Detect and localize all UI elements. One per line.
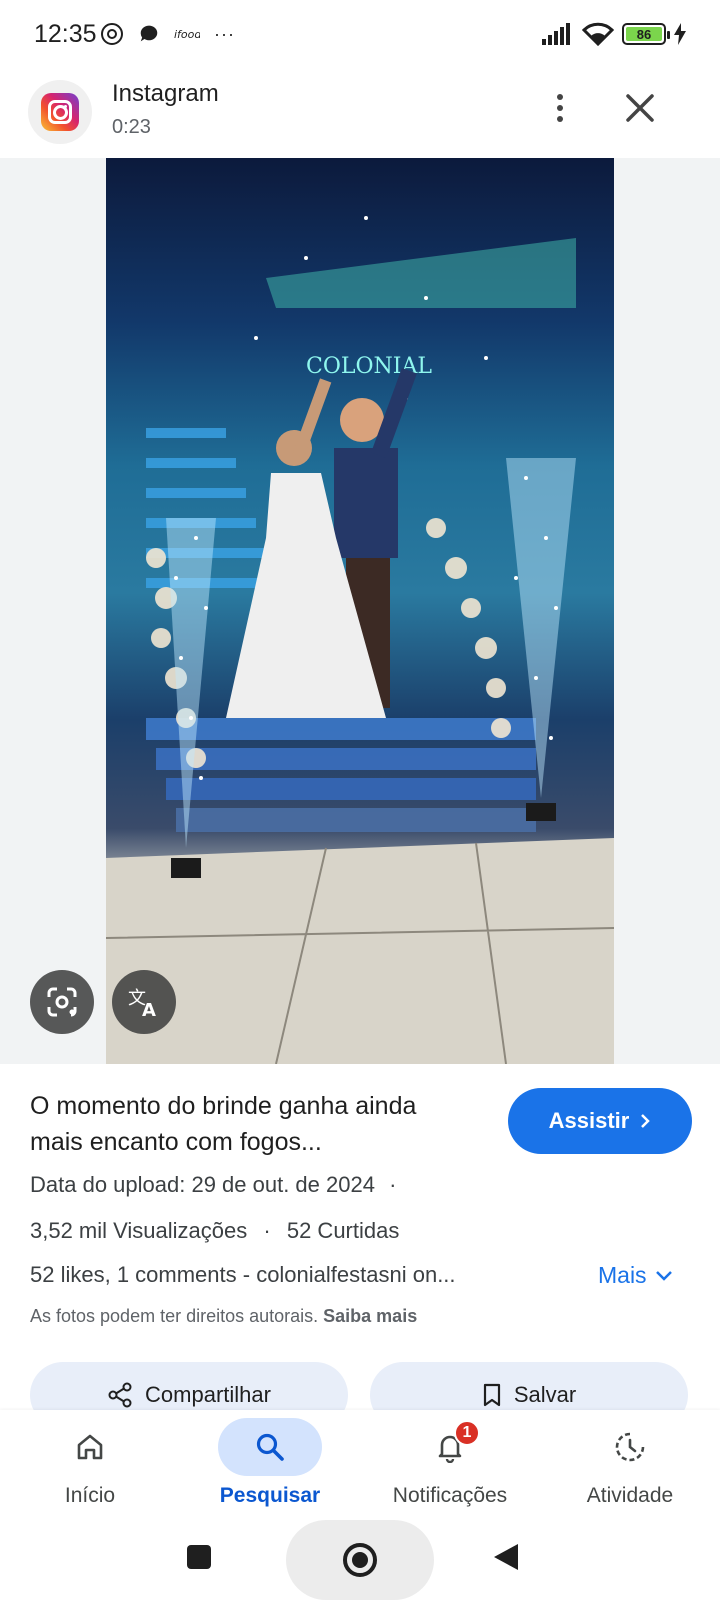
status-notification-icons: ifood ··· (100, 22, 235, 46)
translate-icon: 文 A (128, 988, 156, 1020)
translate-button[interactable]: 文 A (112, 970, 176, 1034)
signal-icon (542, 23, 570, 45)
nav-label-notifications: Notificações (392, 1484, 508, 1507)
activity-icon (615, 1432, 645, 1462)
bottom-navigation: Início Pesquisar 1 Notificações Atividad… (0, 1410, 720, 1520)
nav-item-search[interactable]: Pesquisar (180, 1410, 360, 1520)
stats-line: 3,52 mil Visualizações · 52 Curtidas (30, 1218, 400, 1243)
source-name[interactable]: Instagram (112, 80, 219, 108)
nav-item-notifications[interactable]: 1 Notificações (360, 1410, 540, 1520)
nav-label-home: Início (64, 1484, 116, 1507)
like-count: 52 Curtidas (286, 1218, 400, 1243)
copyright-notice: As fotos podem ter direitos autorais. Sa… (30, 1306, 417, 1327)
notification-badge: 1 (454, 1420, 480, 1446)
chevron-right-icon (641, 1114, 651, 1128)
back-button[interactable] (492, 1542, 520, 1572)
home-icon (77, 1434, 103, 1460)
result-title[interactable]: O momento do brinde ganha ainda mais enc… (30, 1088, 470, 1160)
app-logo-icon: ifood (174, 28, 200, 41)
more-options-button[interactable] (540, 88, 580, 128)
nav-item-home[interactable]: Início (0, 1410, 180, 1520)
nav-label-activity: Atividade (586, 1484, 674, 1507)
chevron-down-icon (655, 1270, 672, 1281)
home-button[interactable] (286, 1520, 434, 1600)
more-notifications-indicator: ··· (214, 23, 235, 44)
view-count: 3,52 mil Visualizações (30, 1218, 248, 1243)
wedding-scene-image: COLONIAL (106, 216, 614, 1064)
status-system-icons: 86 (542, 22, 686, 46)
more-link[interactable]: Mais (598, 1262, 673, 1289)
description-snippet: 52 likes, 1 comments - colonialfestasni … (30, 1262, 456, 1287)
search-icon (256, 1433, 284, 1461)
charging-icon (674, 23, 686, 45)
bookmark-icon (483, 1383, 500, 1407)
at-sign-icon (101, 23, 123, 45)
upload-date-line: Data do upload: 29 de out. de 2024 · (30, 1172, 397, 1197)
system-navigation-bar (0, 1520, 720, 1600)
recents-button[interactable] (186, 1544, 212, 1570)
wifi-icon (582, 22, 614, 46)
watch-button[interactable]: Assistir (508, 1088, 692, 1154)
upload-date: Data do upload: 29 de out. de 2024 (30, 1172, 375, 1197)
learn-more-link[interactable]: Saiba mais (323, 1306, 417, 1326)
media-area: COLONIAL (0, 158, 720, 1064)
svg-text:ifood: ifood (174, 28, 200, 41)
source-header: Instagram 0:23 (0, 76, 720, 156)
more-link-label: Mais (598, 1262, 647, 1288)
svg-text:A: A (142, 1000, 156, 1020)
status-time: 12:35 (34, 20, 97, 48)
lens-icon (47, 987, 77, 1017)
watch-button-label: Assistir (548, 1108, 630, 1133)
close-icon (626, 94, 654, 122)
instagram-logo-icon (28, 80, 92, 144)
video-thumbnail[interactable]: COLONIAL (106, 158, 614, 1064)
nav-label-search: Pesquisar (219, 1484, 321, 1507)
google-lens-button[interactable] (30, 970, 94, 1034)
copyright-text: As fotos podem ter direitos autorais. (30, 1306, 319, 1326)
save-label: Salvar (513, 1382, 577, 1407)
close-button[interactable] (620, 88, 660, 128)
chat-bubble-icon (140, 25, 158, 42)
nav-item-activity[interactable]: Atividade (540, 1410, 720, 1520)
status-bar: 12:35 ifood ··· 86 (0, 0, 720, 70)
home-circle-icon (343, 1543, 377, 1577)
share-icon (108, 1382, 132, 1408)
battery-icon: 86 (622, 23, 670, 45)
battery-level: 86 (626, 27, 662, 42)
video-duration: 0:23 (112, 116, 151, 138)
share-label: Compartilhar (145, 1382, 271, 1407)
